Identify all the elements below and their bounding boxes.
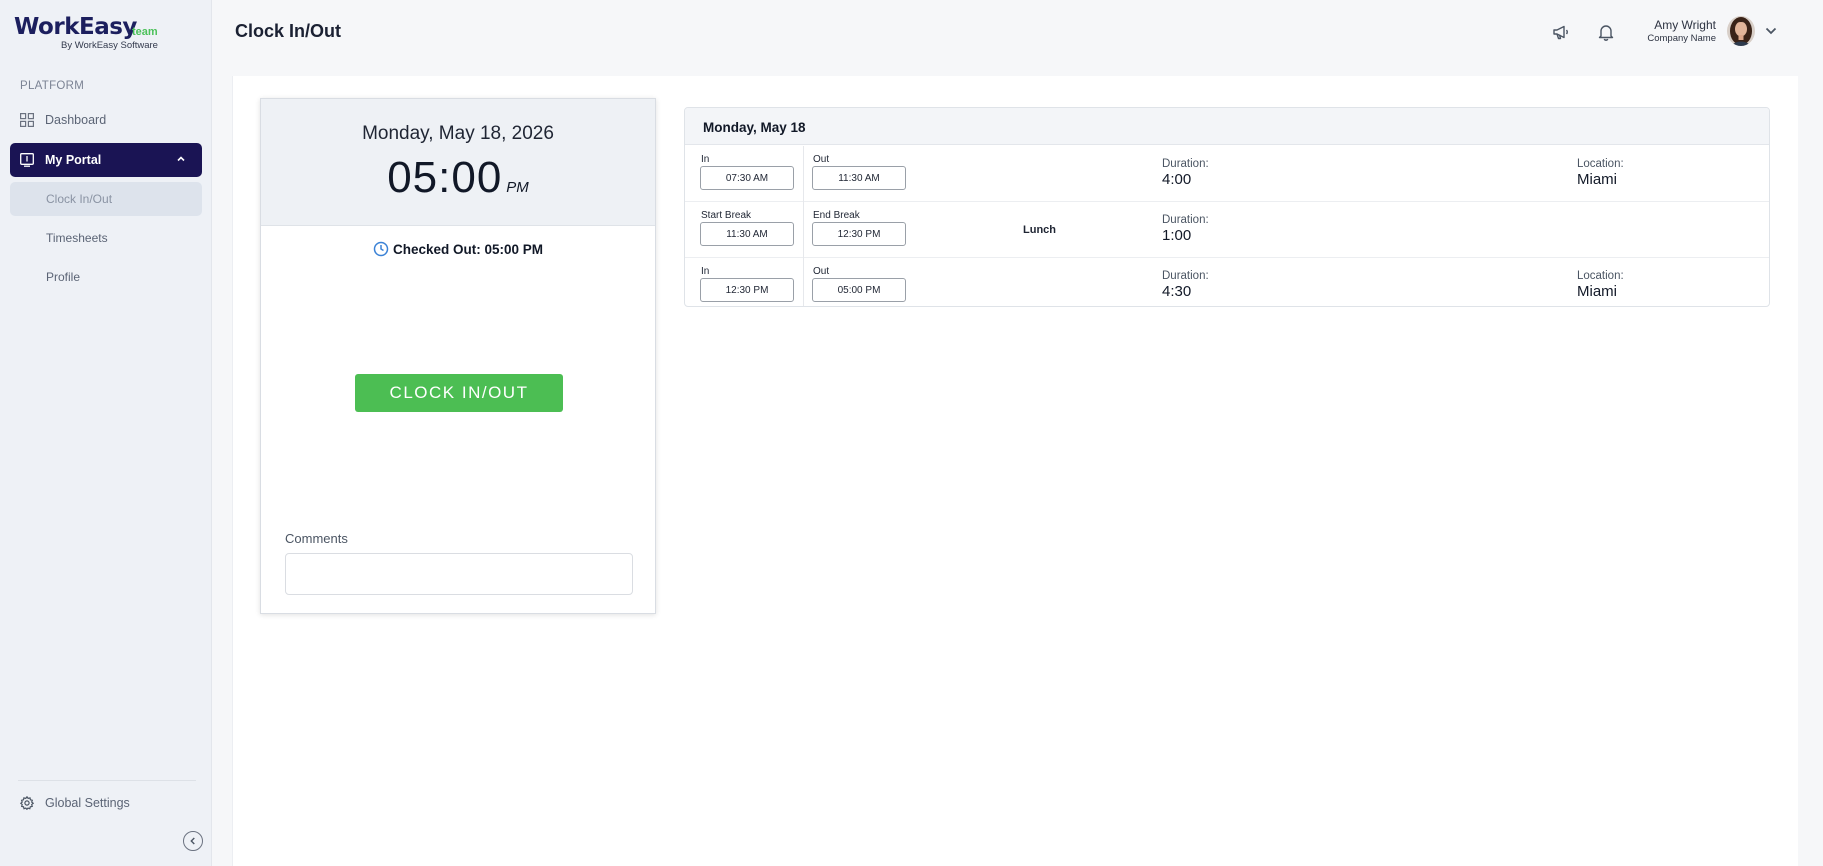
location-value: Miami	[1577, 171, 1617, 188]
grid-icon	[19, 112, 35, 128]
sidebar-item-my-portal[interactable]: My Portal	[10, 143, 202, 177]
sidebar-item-label: My Portal	[45, 153, 102, 167]
entry-divider	[803, 258, 804, 306]
current-time: 05:00 PM	[261, 153, 655, 203]
portal-book-icon	[19, 152, 35, 168]
entry-start-break-time[interactable]: 11:30 AM	[700, 222, 794, 246]
duration-value: 1:00	[1162, 227, 1192, 244]
entry-label-in: In	[701, 154, 710, 165]
workeasy-logo[interactable]: WorkEasy team By WorkEasy Software	[14, 14, 199, 54]
logo-wordmark: WorkEasy	[14, 14, 137, 40]
announcements-megaphone-icon[interactable]	[1550, 21, 1572, 43]
day-title: Monday, May 18	[703, 120, 806, 135]
chevron-left-icon	[189, 837, 197, 845]
break-entry-row: Start Break 11:30 AM End Break 12:30 PM …	[685, 202, 1769, 258]
sidebar-subitem-timesheets[interactable]: Timesheets	[10, 221, 202, 255]
logo-byline: By WorkEasy Software	[61, 40, 158, 51]
entry-divider	[803, 202, 804, 258]
sidebar-divider	[18, 780, 196, 781]
clock-time: 05:00	[387, 153, 503, 202]
entry-in-time[interactable]: 07:30 AM	[700, 166, 794, 190]
company-name: Company Name	[1647, 33, 1716, 44]
duration-label: Duration:	[1162, 158, 1209, 170]
clock-icon	[373, 241, 389, 257]
entry-divider	[803, 146, 804, 202]
gear-icon	[19, 795, 35, 811]
sidebar-item-label: Dashboard	[45, 113, 107, 127]
clock-status: Checked Out: 05:00 PM	[261, 241, 655, 257]
comments-input[interactable]	[285, 553, 633, 595]
comments-label: Comments	[285, 531, 348, 546]
sidebar: WorkEasy team By WorkEasy Software PLATF…	[0, 0, 212, 866]
user-name[interactable]: Amy Wright	[1654, 18, 1716, 32]
entry-label-out: Out	[813, 266, 830, 277]
entry-out-time[interactable]: 05:00 PM	[812, 278, 906, 302]
entry-out-time[interactable]: 11:30 AM	[812, 166, 906, 190]
clock-status-text: Checked Out: 05:00 PM	[392, 241, 544, 257]
entry-label-end-break: End Break	[813, 210, 860, 221]
sidebar-subitem-clock-in-out[interactable]: Clock In/Out	[10, 182, 202, 216]
section-label-platform: PLATFORM	[20, 80, 85, 92]
duration-value: 4:00	[1162, 171, 1192, 188]
day-header: Monday, May 18	[685, 108, 1769, 145]
chevron-up-icon	[176, 153, 186, 167]
entry-label-start-break: Start Break	[701, 210, 752, 221]
clock-header: Monday, May 18, 2026 05:00 PM	[261, 99, 655, 226]
time-entry-row: In 07:30 AM Out 11:30 AM Duration: 4:00 …	[685, 146, 1769, 202]
duration-label: Duration:	[1162, 214, 1209, 226]
clock-in-out-button[interactable]: CLOCK IN/OUT	[355, 374, 563, 412]
entry-label-out: Out	[813, 154, 830, 165]
logo-suffix: team	[132, 26, 158, 38]
clock-ampm: PM	[506, 179, 529, 196]
location-value: Miami	[1577, 283, 1617, 300]
collapse-sidebar-button[interactable]	[183, 831, 203, 851]
clock-card: Monday, May 18, 2026 05:00 PM Checked Out…	[260, 98, 656, 614]
user-menu-chevron-down-icon[interactable]	[1764, 24, 1778, 43]
entry-in-time[interactable]: 12:30 PM	[700, 278, 794, 302]
break-name: Lunch	[1023, 224, 1056, 236]
location-label: Location:	[1577, 270, 1624, 282]
user-avatar[interactable]	[1727, 16, 1755, 46]
sidebar-item-global-settings[interactable]: Global Settings	[10, 786, 202, 820]
duration-value: 4:30	[1162, 283, 1192, 300]
duration-label: Duration:	[1162, 270, 1209, 282]
sidebar-item-dashboard[interactable]: Dashboard	[10, 103, 202, 137]
sidebar-item-label: Global Settings	[45, 796, 130, 810]
time-entry-row: In 12:30 PM Out 05:00 PM Duration: 4:30 …	[685, 258, 1769, 306]
entry-label-in: In	[701, 266, 710, 277]
day-entries-panel: Monday, May 18 In 07:30 AM Out 11:30 AM …	[684, 107, 1770, 307]
notifications-bell-icon[interactable]	[1595, 21, 1617, 43]
entry-end-break-time[interactable]: 12:30 PM	[812, 222, 906, 246]
sidebar-subitem-profile[interactable]: Profile	[10, 260, 202, 294]
page-title: Clock In/Out	[235, 21, 342, 41]
location-label: Location:	[1577, 158, 1624, 170]
current-date: Monday, May 18, 2026	[362, 123, 554, 144]
